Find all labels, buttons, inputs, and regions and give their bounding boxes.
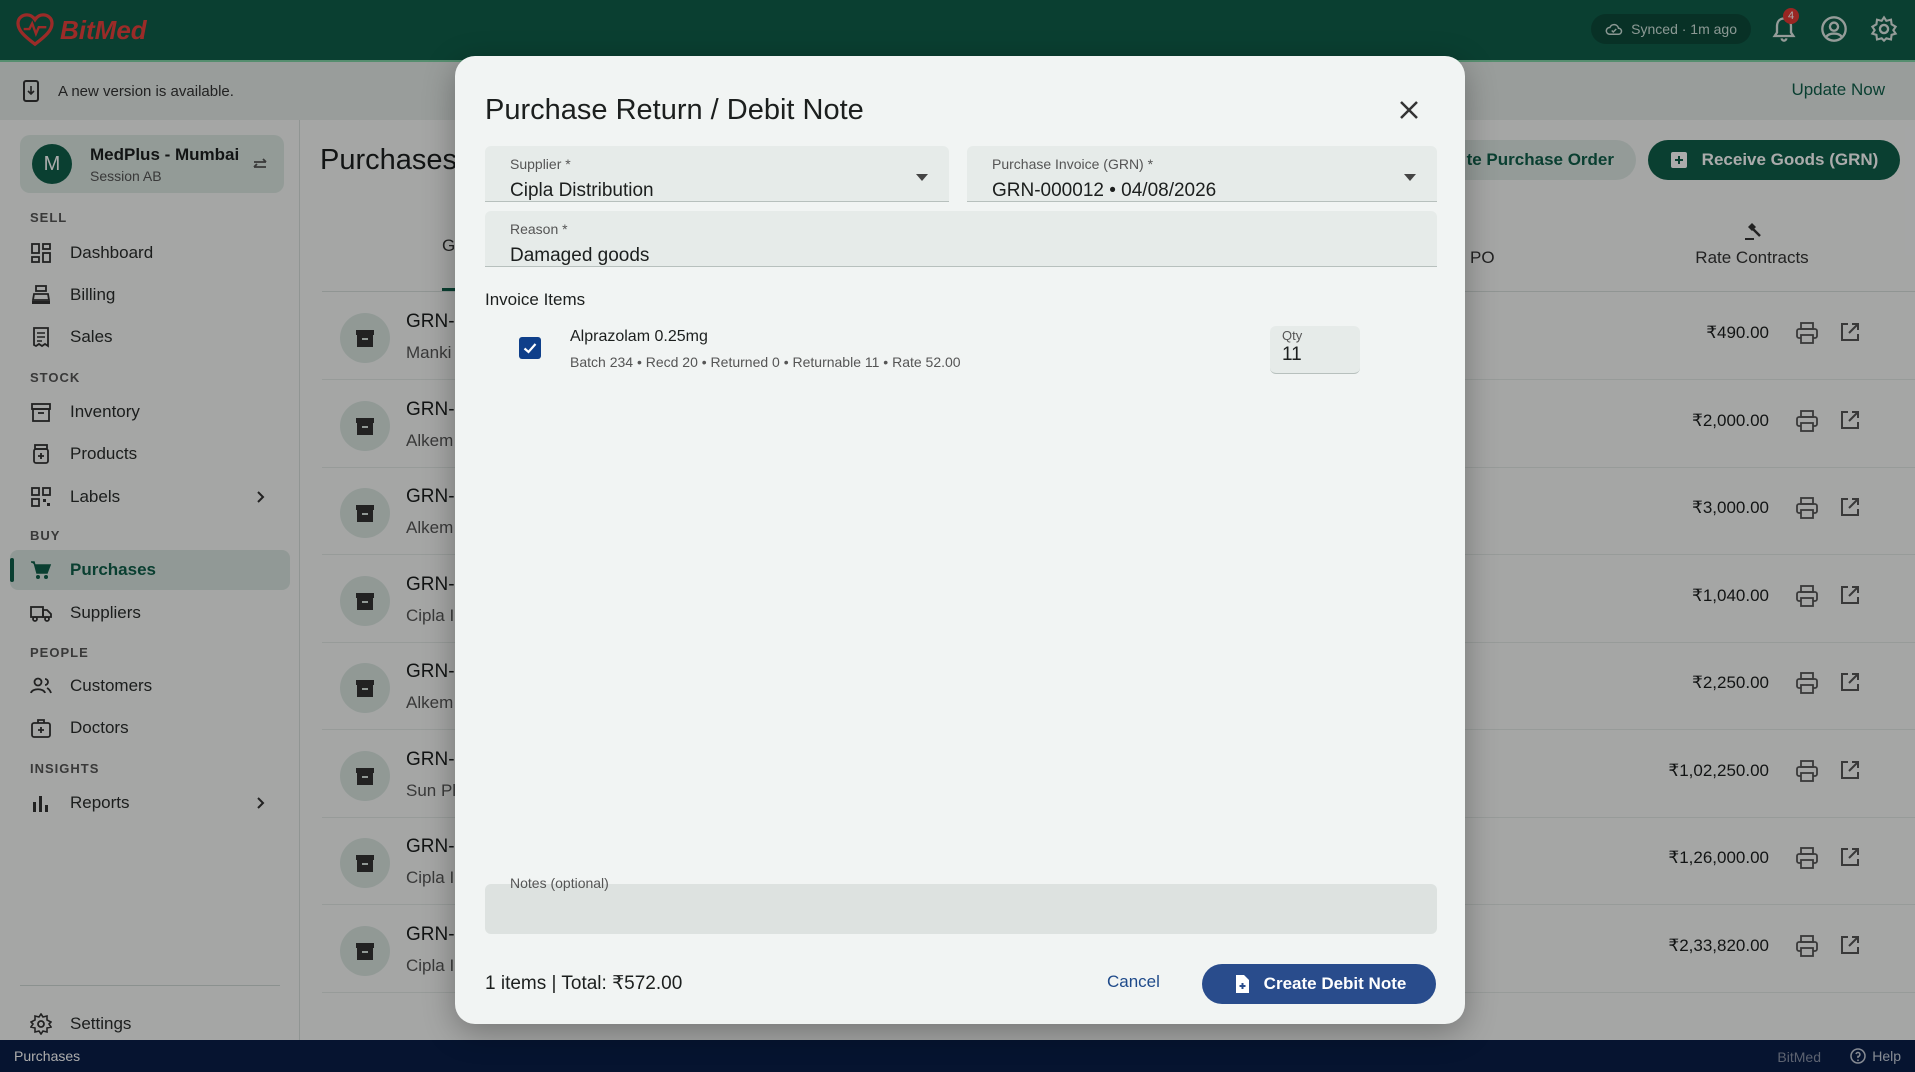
check-icon [523,343,537,354]
notes-label: Notes (optional) [510,875,609,891]
dropdown-arrow-icon [916,174,928,181]
dialog-title: Purchase Return / Debit Note [485,94,864,126]
item-select-checkbox[interactable] [519,337,541,359]
return-summary: 1 items | Total: ₹572.00 [485,973,683,994]
qty-label: Qty [1282,328,1303,343]
close-icon[interactable] [1395,96,1423,124]
item-qty-input[interactable]: Qty 11 [1270,326,1360,374]
dropdown-arrow-icon [1404,174,1416,181]
reason-value: Damaged goods [510,245,650,266]
item-meta: Batch 234 • Recd 20 • Returned 0 • Retur… [570,354,961,370]
supplier-select[interactable]: Supplier * Cipla Distribution [485,146,949,202]
create-debit-note-label: Create Debit Note [1263,974,1407,993]
invoice-item-row: Alprazolam 0.25mg Batch 234 • Recd 20 • … [485,318,1437,378]
reason-label: Reason * [510,221,568,237]
invoice-label: Purchase Invoice (GRN) * [992,156,1154,172]
qty-value: 11 [1282,344,1302,365]
create-debit-note-button[interactable]: Create Debit Note [1202,964,1436,1004]
supplier-label: Supplier * [510,156,571,172]
supplier-value: Cipla Distribution [510,180,654,201]
debit-note-dialog: Purchase Return / Debit Note Supplier * … [455,56,1465,1024]
reason-field[interactable]: Reason * Damaged goods [485,211,1437,267]
item-name: Alprazolam 0.25mg [570,328,708,345]
invoice-items-title: Invoice Items [485,290,586,309]
notes-field[interactable]: Notes (optional) [485,875,1437,934]
invoice-value: GRN-000012 • 04/08/2026 [992,180,1217,201]
purchase-invoice-select[interactable]: Purchase Invoice (GRN) * GRN-000012 • 04… [967,146,1437,202]
note-add-icon [1235,975,1249,993]
cancel-button[interactable]: Cancel [1107,972,1160,992]
